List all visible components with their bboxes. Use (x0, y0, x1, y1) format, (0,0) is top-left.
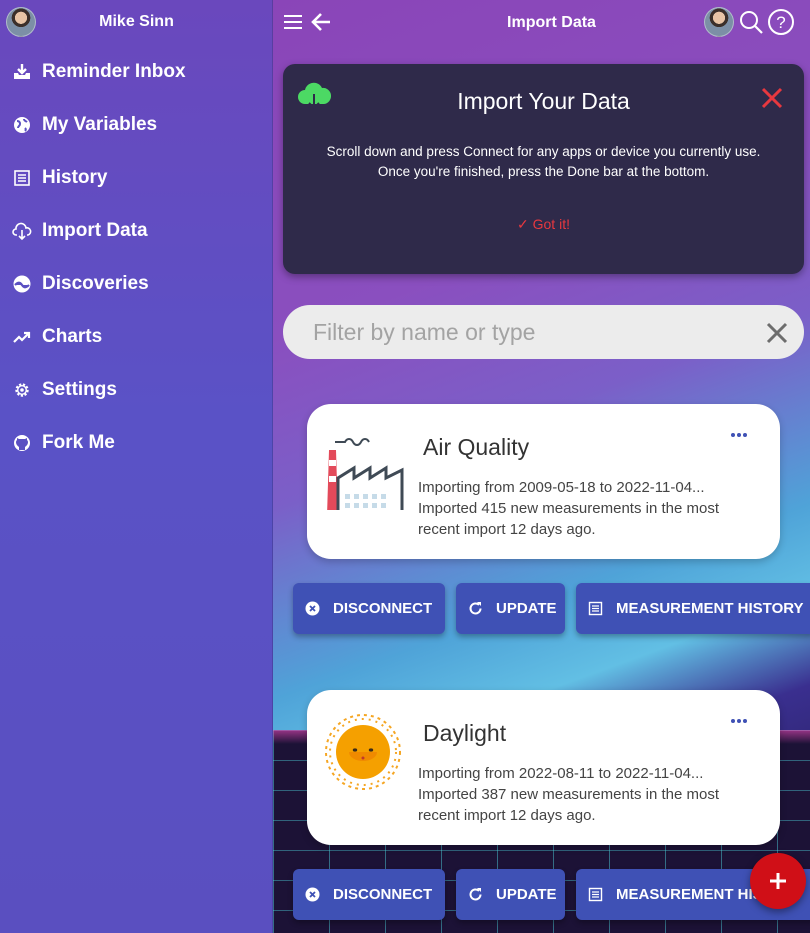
search-icon[interactable] (737, 8, 765, 36)
info-card-line: Once you're finished, press the Done bar… (377, 164, 710, 179)
avatar[interactable] (704, 7, 734, 37)
close-icon[interactable] (760, 86, 784, 110)
got-it-label: Got it! (532, 216, 570, 232)
inbox-download-icon (14, 63, 30, 79)
disconnect-label: DISCONNECT (333, 600, 433, 617)
globe-icon (14, 116, 30, 133)
info-card-body: Scroll down and press Connect for any ap… (303, 142, 784, 182)
gear-icon (15, 382, 29, 397)
measurement-history-label: MEASUREMENT HISTORY (616, 600, 804, 617)
filter-bar (283, 305, 804, 359)
sidebar-item-history[interactable]: History (0, 151, 273, 204)
help-icon[interactable]: ? (767, 8, 795, 36)
update-button[interactable]: UPDATE (456, 869, 565, 920)
sun-icon (325, 714, 401, 790)
user-name: Mike Sinn (99, 13, 174, 30)
sidebar-item-label: Discoveries (42, 272, 149, 294)
sidebar-item-label: My Variables (42, 113, 158, 135)
list-icon (588, 601, 603, 616)
info-card-title: Import Your Data (457, 88, 630, 114)
list-icon (588, 887, 603, 902)
sidebar-item-discoveries[interactable]: Discoveries (0, 257, 273, 310)
filter-input[interactable] (313, 315, 743, 349)
main-content: Import Data ? Import Your Data Scroll do… (273, 0, 810, 933)
connector-card-air-quality: Air Quality Importing from 2009-05-18 to… (307, 404, 780, 559)
list-icon (14, 169, 30, 186)
disconnect-button[interactable]: DISCONNECT (293, 869, 445, 920)
more-options-icon[interactable] (730, 717, 748, 725)
sidebar-item-label: Charts (42, 325, 103, 347)
close-circle-icon (305, 601, 320, 616)
sidebar: Mike Sinn Reminder Inbox My Variables Hi… (0, 0, 273, 933)
more-options-icon[interactable] (730, 431, 748, 439)
refresh-icon (469, 888, 482, 901)
github-icon (14, 434, 30, 451)
factory-icon (327, 438, 404, 510)
sidebar-item-my-variables[interactable]: My Variables (0, 98, 273, 151)
trending-up-icon (13, 331, 31, 343)
import-info-card: Import Your Data Scroll down and press C… (283, 64, 804, 274)
disconnect-button[interactable]: DISCONNECT (293, 583, 445, 634)
info-card-line: Scroll down and press Connect for any ap… (326, 144, 761, 159)
add-fab-button[interactable] (750, 853, 806, 909)
update-label: UPDATE (496, 600, 557, 617)
sidebar-item-import-data[interactable]: Import Data (0, 204, 273, 257)
got-it-button[interactable]: ✓ Got it! (283, 216, 804, 233)
sidebar-header: Mike Sinn (0, 0, 272, 46)
sidebar-item-settings[interactable]: Settings (0, 363, 273, 416)
sidebar-item-charts[interactable]: Charts (0, 310, 273, 363)
cloud-download-icon (12, 222, 32, 240)
connector-name: Daylight (423, 720, 507, 746)
discoveries-icon (13, 275, 31, 292)
sidebar-item-label: Settings (42, 378, 117, 400)
connector-card-daylight: Daylight Importing from 2022-08-11 to 20… (307, 690, 780, 845)
sidebar-item-label: Fork Me (42, 431, 115, 453)
connector-description: Importing from 2022-08-11 to 2022-11-04.… (418, 765, 719, 824)
connector-description: Importing from 2009-05-18 to 2022-11-04.… (418, 479, 719, 538)
svg-text:?: ? (776, 13, 785, 32)
update-label: UPDATE (496, 886, 557, 903)
sidebar-item-fork-me[interactable]: Fork Me (0, 416, 273, 469)
update-button[interactable]: UPDATE (456, 583, 565, 634)
sidebar-item-label: History (42, 166, 108, 188)
top-bar: Import Data ? (273, 0, 810, 46)
sidebar-item-label: Import Data (42, 219, 148, 241)
sidebar-item-reminder-inbox[interactable]: Reminder Inbox (0, 45, 273, 98)
measurement-history-button[interactable]: MEASUREMENT HISTORY (576, 583, 810, 634)
clear-icon[interactable] (766, 322, 788, 344)
sidebar-item-label: Reminder Inbox (42, 60, 186, 82)
disconnect-label: DISCONNECT (333, 886, 433, 903)
refresh-icon (469, 602, 482, 615)
plus-icon (770, 873, 786, 889)
close-circle-icon (305, 887, 320, 902)
connector-name: Air Quality (423, 434, 530, 460)
checkmark-icon: ✓ (517, 216, 529, 232)
